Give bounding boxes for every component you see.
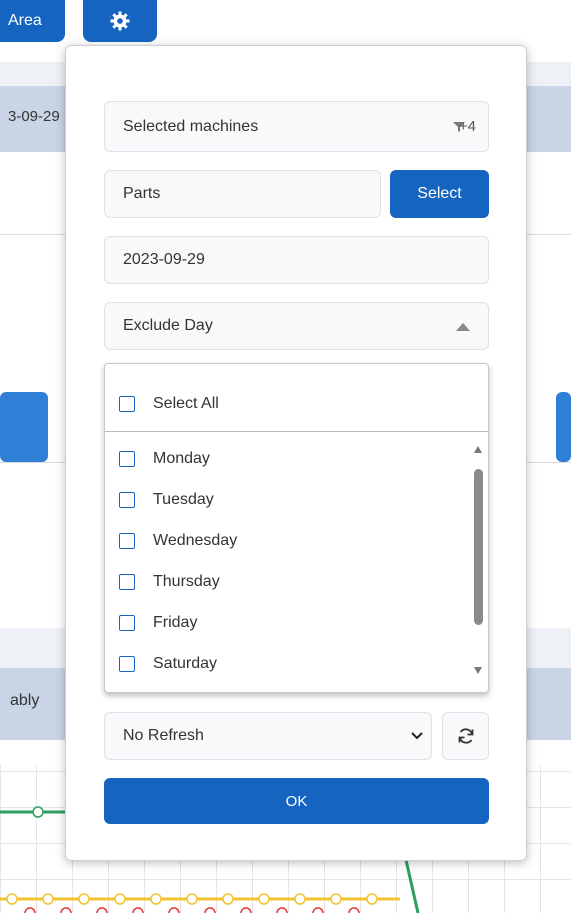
dropdown-divider [105,431,488,432]
saturday-checkbox[interactable] [119,656,135,672]
monday-checkbox[interactable] [119,451,135,467]
refresh-interval-select[interactable]: No Refresh [104,712,432,760]
exclude-day-select[interactable]: Exclude Day [104,302,489,350]
date-value: 2023-09-29 [123,251,205,268]
date-field[interactable]: 2023-09-29 [104,236,489,284]
day-label: Tuesday [153,491,214,508]
dropdown-scrollbar[interactable] [472,444,484,676]
day-label: Friday [153,614,198,631]
day-option-monday[interactable]: Monday [119,450,210,468]
day-label: Saturday [153,655,218,672]
scroll-down-arrow-icon[interactable] [474,667,482,674]
parts-value: Parts [123,185,161,202]
area-button-label: Area [8,12,42,29]
day-option-tuesday[interactable]: Tuesday [119,491,214,509]
background-date: 3-09-29 [8,108,60,125]
exclude-day-label: Exclude Day [123,317,213,334]
thursday-checkbox[interactable] [119,574,135,590]
background-left-button[interactable] [0,392,48,462]
background-right-button[interactable] [556,392,571,462]
scroll-up-arrow-icon[interactable] [474,446,482,453]
selected-machines-field[interactable]: Selected machines +4 [104,101,489,152]
select-button-label: Select [417,185,462,202]
select-all-label: Select All [153,395,219,412]
tuesday-checkbox[interactable] [119,492,135,508]
select-parts-button[interactable]: Select [390,170,489,218]
day-option-saturday[interactable]: Saturday [119,655,217,673]
refresh-interval-value: No Refresh [123,727,204,744]
chevron-up-icon [456,322,470,331]
parts-field[interactable]: Parts [104,170,381,218]
day-option-thursday[interactable]: Thursday [119,573,220,591]
ok-button[interactable]: OK [104,778,489,824]
ok-button-label: OK [285,792,308,810]
refresh-icon [458,728,473,744]
select-all-checkbox[interactable] [119,396,135,412]
chevron-down-icon [411,732,423,740]
wednesday-checkbox[interactable] [119,533,135,549]
day-option-friday[interactable]: Friday [119,614,197,632]
day-label: Thursday [153,573,220,590]
select-all-option[interactable]: Select All [119,395,219,413]
day-option-wednesday[interactable]: Wednesday [119,532,237,550]
exclude-day-dropdown: Select All Monday Tuesday Wednesday Thur… [104,363,489,693]
machines-count-badge: +4 [452,118,476,135]
friday-checkbox[interactable] [119,615,135,631]
day-label: Wednesday [153,532,238,549]
area-button[interactable]: Area [0,0,65,42]
machines-count: +4 [458,118,476,135]
scrollbar-thumb[interactable] [474,469,483,625]
gear-icon [110,11,130,31]
refresh-button[interactable] [442,712,489,760]
background-section-label: ably [10,692,40,709]
settings-button[interactable] [83,0,157,42]
day-label: Monday [153,450,210,467]
selected-machines-label: Selected machines [123,117,259,135]
